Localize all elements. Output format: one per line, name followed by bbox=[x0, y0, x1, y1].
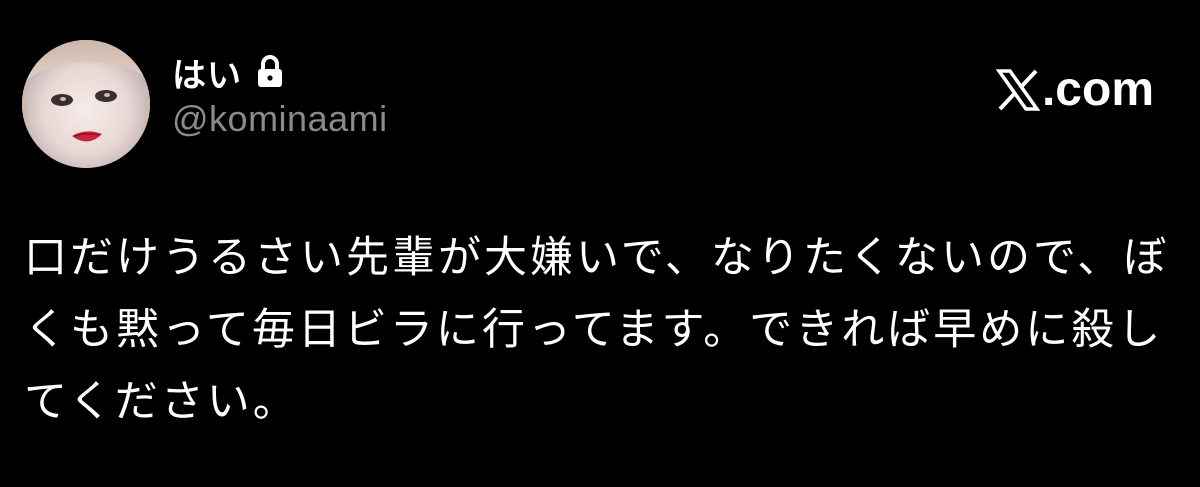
brand-watermark: .com bbox=[995, 62, 1154, 117]
tweet-line: 口だけうるさい先輩が大嫌いで、なりたくないので、ぼ bbox=[24, 233, 1170, 283]
x-logo-icon bbox=[995, 68, 1041, 112]
tweet-line: くも黙って毎日ビラに行ってます。できれば早めに殺し bbox=[24, 305, 1164, 355]
lock-icon bbox=[256, 55, 284, 89]
avatar[interactable] bbox=[22, 40, 150, 168]
user-block: はい @kominaami bbox=[172, 48, 388, 140]
profile-photo bbox=[22, 40, 150, 168]
tweet-line: てください。 bbox=[24, 377, 299, 427]
tweet-card: はい @kominaami .com 口だけうるさい先輩が大嫌いで、なりたくない… bbox=[0, 0, 1200, 487]
display-name-row: はい bbox=[172, 48, 388, 96]
user-handle[interactable]: @kominaami bbox=[172, 98, 388, 140]
brand-text: .com bbox=[1041, 63, 1154, 116]
tweet-text: 口だけうるさい先輩が大嫌いで、なりたくないので、ぼ くも黙って毎日ビラに行ってま… bbox=[24, 222, 1174, 438]
display-name[interactable]: はい bbox=[172, 48, 242, 97]
